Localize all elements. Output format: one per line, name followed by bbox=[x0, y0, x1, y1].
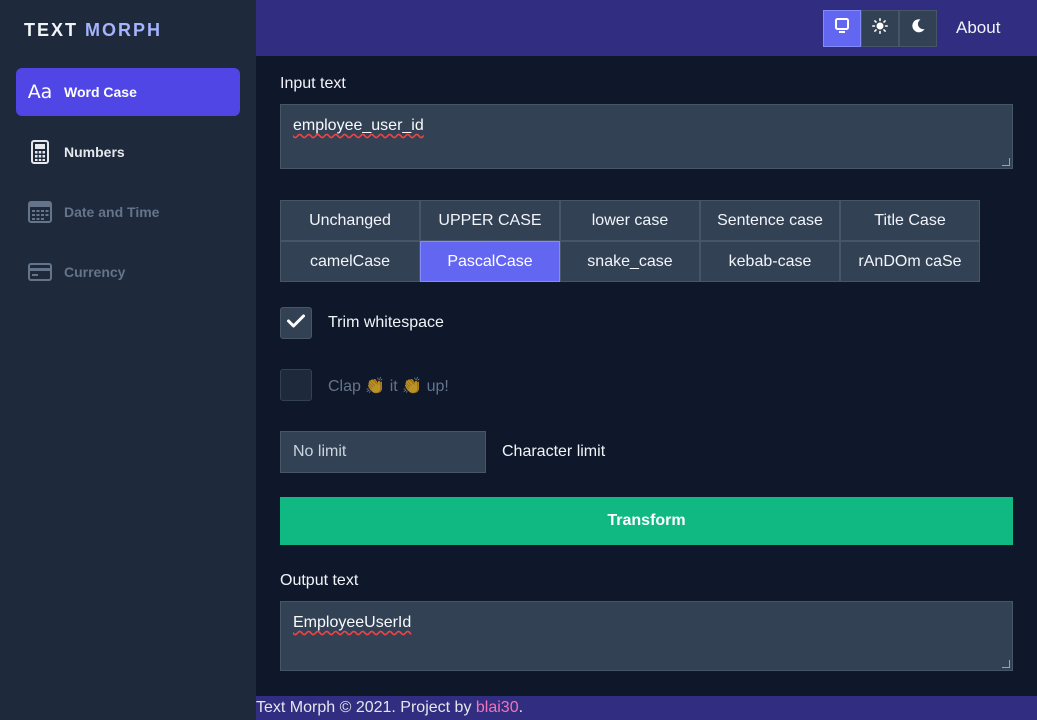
sidebar-nav: Aa Word Case Numbers Date and Time Curre… bbox=[16, 68, 240, 308]
desktop-icon bbox=[835, 18, 849, 39]
about-link[interactable]: About bbox=[956, 18, 1000, 38]
sidebar-item-word-case[interactable]: Aa Word Case bbox=[16, 68, 240, 116]
text-case-icon: Aa bbox=[27, 81, 53, 103]
dark-theme-button[interactable] bbox=[899, 10, 937, 47]
footer-text: Text Morph © 2021. Project by bbox=[256, 699, 476, 716]
output-text-label: Output text bbox=[280, 572, 359, 589]
sidebar-item-label: Date and Time bbox=[64, 204, 160, 220]
input-text-label: Input text bbox=[280, 75, 346, 92]
case-camel-button[interactable]: camelCase bbox=[280, 241, 420, 282]
case-upper-button[interactable]: UPPER CASE bbox=[420, 200, 560, 241]
character-limit-input[interactable]: No limit bbox=[280, 431, 486, 473]
footer-end: . bbox=[518, 699, 524, 716]
clap-icon: 👏 bbox=[365, 378, 386, 395]
character-limit-label: Character limit bbox=[502, 443, 606, 460]
case-kebab-button[interactable]: kebab-case bbox=[700, 241, 840, 282]
case-snake-button[interactable]: snake_case bbox=[560, 241, 700, 282]
input-textarea[interactable]: employee_user_id bbox=[280, 104, 1013, 169]
output-text-value: EmployeeUserId bbox=[293, 614, 412, 631]
case-random-button[interactable]: rAnDOm caSe bbox=[840, 241, 980, 282]
sidebar-item-currency[interactable]: Currency bbox=[16, 248, 240, 296]
footer: Text Morph © 2021. Project by blai30. bbox=[256, 696, 1037, 720]
author-link[interactable]: blai30 bbox=[476, 699, 519, 717]
clap-icon: 👏 bbox=[402, 378, 423, 395]
sun-icon bbox=[872, 18, 888, 39]
theme-switcher bbox=[823, 10, 937, 47]
clap-checkbox[interactable] bbox=[280, 369, 312, 401]
sidebar-item-date-and-time[interactable]: Date and Time bbox=[16, 188, 240, 236]
system-theme-button[interactable] bbox=[823, 10, 861, 47]
calendar-icon bbox=[28, 200, 52, 224]
credit-card-icon bbox=[28, 260, 52, 284]
resize-handle[interactable] bbox=[1002, 660, 1010, 668]
case-sentence-button[interactable]: Sentence case bbox=[700, 200, 840, 241]
trim-whitespace-checkbox[interactable] bbox=[280, 307, 312, 339]
app-logo[interactable]: TEXT MORPH bbox=[24, 20, 162, 41]
resize-handle[interactable] bbox=[1002, 158, 1010, 166]
trim-whitespace-label: Trim whitespace bbox=[328, 314, 444, 331]
clap-label: Clap 👏 it 👏 up! bbox=[328, 378, 449, 395]
sidebar-item-label: Numbers bbox=[64, 144, 125, 160]
sidebar: TEXT MORPH Aa Word Case Numbers Date and… bbox=[0, 0, 256, 720]
transform-button[interactable]: Transform bbox=[280, 497, 1013, 545]
input-text-value: employee_user_id bbox=[293, 117, 424, 134]
case-title-button[interactable]: Title Case bbox=[840, 200, 980, 241]
sidebar-item-numbers[interactable]: Numbers bbox=[16, 128, 240, 176]
case-lower-button[interactable]: lower case bbox=[560, 200, 700, 241]
output-textarea[interactable]: EmployeeUserId bbox=[280, 601, 1013, 671]
moon-icon bbox=[910, 18, 926, 39]
calculator-icon bbox=[28, 140, 52, 164]
sidebar-item-label: Word Case bbox=[64, 84, 137, 100]
case-selector: Unchanged UPPER CASE lower case Sentence… bbox=[280, 200, 980, 282]
checkmark-icon bbox=[287, 314, 305, 333]
sidebar-item-label: Currency bbox=[64, 264, 126, 280]
top-bar: About bbox=[256, 0, 1037, 56]
light-theme-button[interactable] bbox=[861, 10, 899, 47]
case-unchanged-button[interactable]: Unchanged bbox=[280, 200, 420, 241]
case-pascal-button[interactable]: PascalCase bbox=[420, 241, 560, 282]
